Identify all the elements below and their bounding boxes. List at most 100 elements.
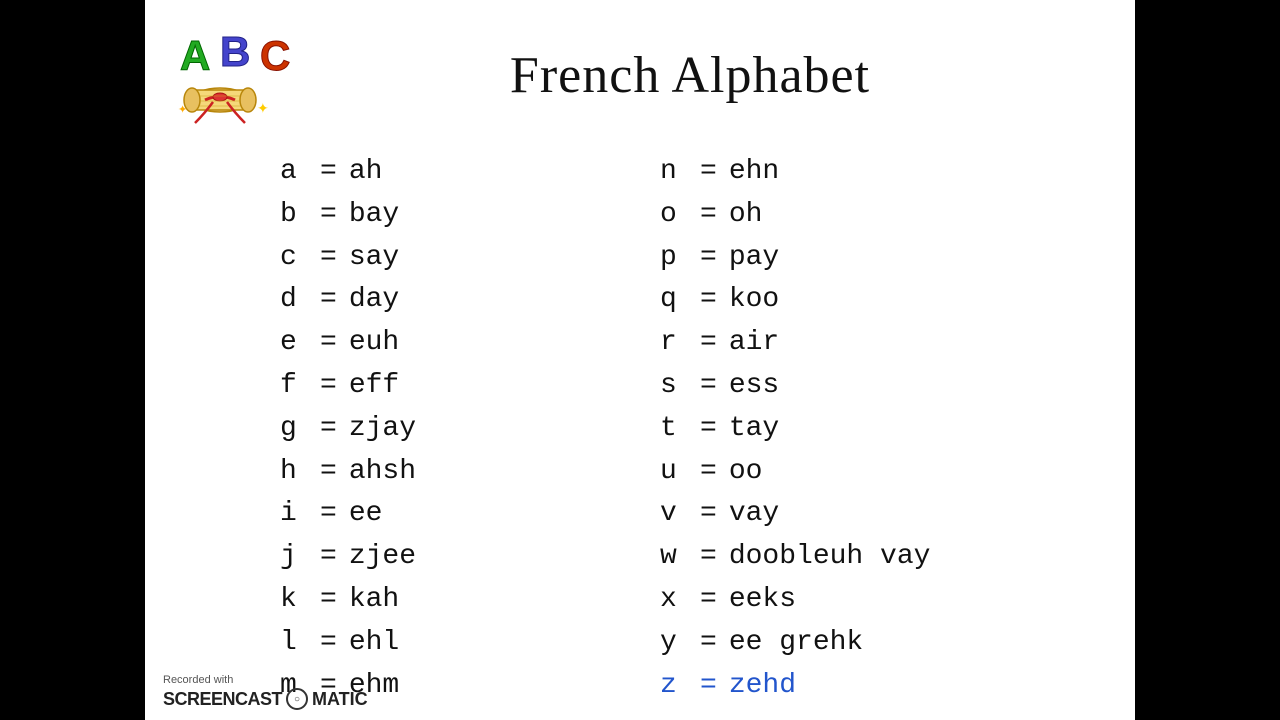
letter: x <box>660 581 688 619</box>
page-title: French Alphabet <box>335 46 1105 105</box>
letter: e <box>280 324 308 362</box>
header: A B C ✦ ✦ <box>145 0 1135 143</box>
svg-text:B: B <box>220 28 250 75</box>
equals: = <box>700 667 717 705</box>
equals: = <box>320 495 337 533</box>
table-row: h = ahsh <box>280 453 620 491</box>
table-row: g=zjay <box>280 410 620 448</box>
pronunciation: zjee <box>349 538 416 576</box>
equals: = <box>320 581 337 619</box>
table-row: i = ee <box>280 495 620 533</box>
letter: f <box>280 367 308 405</box>
letter: w <box>660 538 688 576</box>
table-row: l = ehl <box>280 624 620 662</box>
table-row: d = day <box>280 281 620 319</box>
pronunciation: air <box>729 324 779 362</box>
letter: s <box>660 367 688 405</box>
pronunciation: day <box>349 281 399 319</box>
right-column: n=ehno=ohp=payq=koor=airs=esst=tayu=oov=… <box>640 153 1020 709</box>
equals: = <box>320 239 337 277</box>
pronunciation: doobleuh vay <box>729 538 931 576</box>
brand-circle-icon: ○ <box>286 688 308 710</box>
brand-area: SCREENCAST ○ MATIC <box>163 688 368 710</box>
letter: q <box>660 281 688 319</box>
letter: v <box>660 495 688 533</box>
letter: d <box>280 281 308 319</box>
letter: b <box>280 196 308 234</box>
pronunciation: oo <box>729 453 763 491</box>
table-row: s=ess <box>660 367 1000 405</box>
pronunciation: say <box>349 239 399 277</box>
table-row: o=oh <box>660 196 1000 234</box>
logo-icon: A B C ✦ ✦ <box>175 18 315 128</box>
equals: = <box>700 153 717 191</box>
table-row: q = koo <box>660 281 1000 319</box>
letter: n <box>660 153 688 191</box>
table-row: z=zehd <box>660 667 1000 705</box>
letter: p <box>660 239 688 277</box>
pronunciation: ehl <box>349 624 399 662</box>
letter: c <box>280 239 308 277</box>
slide: A B C ✦ ✦ <box>145 0 1135 720</box>
equals: = <box>320 624 337 662</box>
left-column: a=ahb=bayc=sayd=daye=euhf=effg=zjayh=ahs… <box>260 153 640 709</box>
pronunciation: ah <box>349 153 383 191</box>
equals: = <box>700 281 717 319</box>
pronunciation: zjay <box>349 410 416 448</box>
pronunciation: koo <box>729 281 779 319</box>
equals: = <box>320 367 337 405</box>
logo-area: A B C ✦ ✦ <box>175 18 335 133</box>
letter: k <box>280 581 308 619</box>
pronunciation: oh <box>729 196 763 234</box>
table-row: r = air <box>660 324 1000 362</box>
letter: a <box>280 153 308 191</box>
table-row: w=doobleuh vay <box>660 538 1000 576</box>
svg-text:C: C <box>260 32 290 79</box>
equals: = <box>320 281 337 319</box>
brand-screencast: SCREENCAST <box>163 689 282 710</box>
equals: = <box>700 581 717 619</box>
pronunciation: ess <box>729 367 779 405</box>
letter: i <box>280 495 308 533</box>
pronunciation: ee grehk <box>729 624 863 662</box>
equals: = <box>320 196 337 234</box>
letter: o <box>660 196 688 234</box>
pronunciation: pay <box>729 239 779 277</box>
equals: = <box>700 495 717 533</box>
table-row: y = ee grehk <box>660 624 1000 662</box>
pronunciation: kah <box>349 581 399 619</box>
table-row: j=zjee <box>280 538 620 576</box>
table-row: t=tay <box>660 410 1000 448</box>
letter: r <box>660 324 688 362</box>
svg-text:✦: ✦ <box>178 104 187 116</box>
equals: = <box>320 324 337 362</box>
letter: l <box>280 624 308 662</box>
letter: y <box>660 624 688 662</box>
pronunciation: zehd <box>729 667 796 705</box>
pronunciation: ee <box>349 495 383 533</box>
pronunciation: euh <box>349 324 399 362</box>
pronunciation: eeks <box>729 581 796 619</box>
letter: h <box>280 453 308 491</box>
equals: = <box>320 453 337 491</box>
table-row: f=eff <box>280 367 620 405</box>
equals: = <box>700 624 717 662</box>
pronunciation: ahsh <box>349 453 416 491</box>
svg-text:A: A <box>180 32 210 79</box>
pronunciation: bay <box>349 196 399 234</box>
recorded-with-label: Recorded with <box>163 674 233 686</box>
table-row: u = oo <box>660 453 1000 491</box>
table-row: b = bay <box>280 196 620 234</box>
equals: = <box>700 453 717 491</box>
table-row: n = ehn <box>660 153 1000 191</box>
letter: j <box>280 538 308 576</box>
svg-text:✦: ✦ <box>257 100 269 116</box>
table-row: c = say <box>280 239 620 277</box>
footer: Recorded with SCREENCAST ○ MATIC <box>163 674 368 710</box>
pronunciation: ehn <box>729 153 779 191</box>
alphabet-content: a=ahb=bayc=sayd=daye=euhf=effg=zjayh=ahs… <box>145 143 1135 719</box>
letter: u <box>660 453 688 491</box>
table-row: a=ah <box>280 153 620 191</box>
equals: = <box>700 324 717 362</box>
table-row: p=pay <box>660 239 1000 277</box>
